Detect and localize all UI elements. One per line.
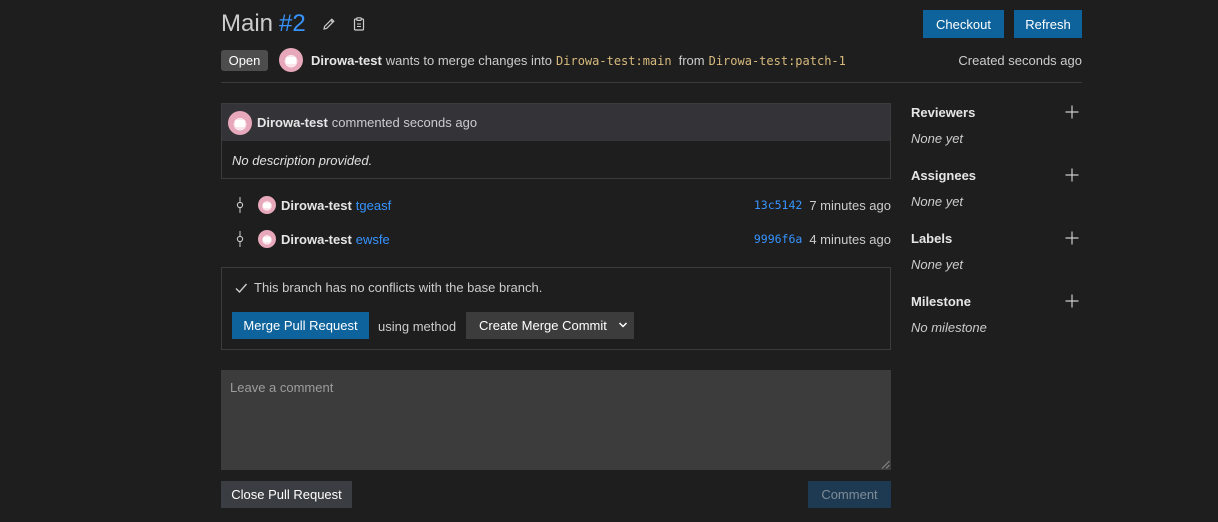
chevron-down-icon [618, 322, 628, 328]
checkout-button[interactable]: Checkout [923, 10, 1004, 38]
avatar[interactable] [279, 48, 303, 72]
avatar[interactable] [228, 110, 252, 135]
commit-author-name[interactable]: Dirowa-test [281, 198, 352, 213]
description-comment: Dirowa-test commented seconds ago No des… [221, 103, 891, 179]
created-timestamp: Created seconds ago [958, 53, 1082, 68]
assignees-value: None yet [911, 194, 964, 209]
reviewers-value: None yet [911, 131, 964, 146]
commit-time: 4 minutes ago [809, 232, 891, 247]
add-reviewer-icon[interactable] [1065, 105, 1079, 119]
git-commit-icon [236, 231, 244, 247]
add-assignee-icon[interactable] [1065, 168, 1079, 182]
commit-time: 7 minutes ago [809, 198, 891, 213]
close-pull-request-button[interactable]: Close Pull Request [221, 481, 352, 508]
pencil-icon[interactable] [321, 16, 337, 32]
merge-method-select[interactable]: Create Merge Commit [466, 312, 634, 339]
avatar[interactable] [258, 230, 276, 248]
avatar[interactable] [258, 196, 276, 214]
commit-message-link[interactable]: tgeasf [356, 198, 391, 213]
commit-sha-link[interactable]: 9996f6a [754, 232, 802, 247]
commit-author: Dirowa-test tgeasf [281, 198, 391, 213]
comment-meta: commented seconds ago [331, 115, 478, 130]
merge-description: Dirowa-test wants to merge changes into … [311, 53, 850, 68]
clipboard-icon[interactable] [351, 16, 367, 32]
pr-number-link[interactable]: #2 [279, 10, 306, 38]
check-icon [235, 283, 248, 293]
commit-meta: 9996f6a 4 minutes ago [754, 232, 891, 247]
commit-row: Dirowa-test ewsfe 9996f6a 4 minutes ago [221, 229, 891, 249]
labels-title: Labels [911, 231, 953, 246]
labels-value: None yet [911, 257, 964, 272]
assignees-title: Assignees [911, 168, 977, 183]
source-branch: Dirowa-test:patch-1 [708, 54, 846, 68]
add-milestone-icon[interactable] [1065, 294, 1079, 308]
comment-body: No description provided. [232, 153, 373, 168]
add-label-icon[interactable] [1065, 231, 1079, 245]
merge-pull-request-button[interactable]: Merge Pull Request [232, 312, 369, 339]
status-badge: Open [221, 50, 268, 71]
using-method-label: using method [378, 319, 457, 334]
commit-message-link[interactable]: ewsfe [356, 232, 390, 247]
refresh-button[interactable]: Refresh [1014, 10, 1082, 38]
commit-meta: 13c5142 7 minutes ago [754, 198, 891, 213]
commit-author: Dirowa-test ewsfe [281, 232, 390, 247]
comment-button[interactable]: Comment [808, 481, 891, 508]
wants-text: wants to merge changes into [385, 53, 553, 68]
commit-row: Dirowa-test tgeasf 13c5142 7 minutes ago [221, 195, 891, 215]
resize-grip-icon[interactable] [881, 460, 890, 469]
merge-status-text: This branch has no conflicts with the ba… [254, 280, 543, 295]
divider [221, 82, 1082, 83]
milestone-title: Milestone [911, 294, 971, 309]
milestone-value: No milestone [911, 320, 987, 335]
comment-header: Dirowa-test commented seconds ago [222, 104, 890, 141]
comment-author[interactable]: Dirowa-test [257, 115, 328, 130]
comment-textarea[interactable] [221, 370, 891, 470]
from-text: from [678, 53, 705, 68]
target-branch: Dirowa-test:main [556, 54, 672, 68]
author-name[interactable]: Dirowa-test [311, 53, 382, 68]
commit-sha-link[interactable]: 13c5142 [754, 198, 802, 213]
page-title: Main #2 [221, 10, 306, 38]
merge-status: This branch has no conflicts with the ba… [234, 280, 542, 295]
reviewers-title: Reviewers [911, 105, 976, 120]
merge-panel: This branch has no conflicts with the ba… [221, 267, 891, 350]
commit-author-name[interactable]: Dirowa-test [281, 232, 352, 247]
git-commit-icon [236, 197, 244, 213]
pr-title: Main [221, 10, 274, 37]
merge-method-value: Create Merge Commit [479, 318, 607, 333]
